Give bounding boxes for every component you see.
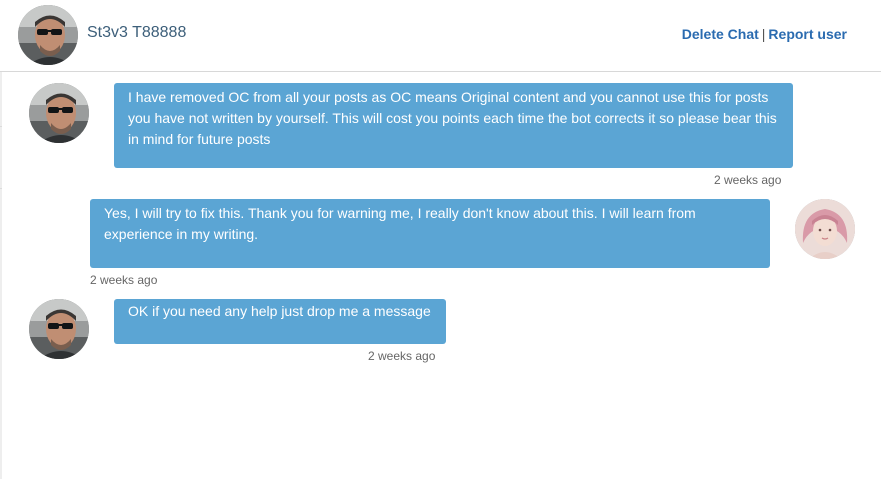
message-bubble-received: I have removed OC from all your posts as… xyxy=(114,83,793,168)
message-timestamp: 2 weeks ago xyxy=(368,349,436,363)
message-timestamp: 2 weeks ago xyxy=(714,173,782,187)
left-border xyxy=(0,72,2,479)
left-border-tick xyxy=(0,188,2,189)
avatar-woman-pink-hair-icon[interactable] xyxy=(795,199,855,259)
report-user-link[interactable]: Report user xyxy=(768,26,847,42)
header-actions: Delete Chat | Report user xyxy=(682,26,847,42)
avatar-man-sunglasses-icon[interactable] xyxy=(29,299,89,359)
message-timestamp: 2 weeks ago xyxy=(90,273,158,287)
chat-username[interactable]: St3v3 T88888 xyxy=(87,24,186,42)
delete-chat-link[interactable]: Delete Chat xyxy=(682,26,759,42)
message-bubble-sent: Yes, I will try to fix this. Thank you f… xyxy=(90,199,770,268)
chat-header: St3v3 T88888 Delete Chat | Report user xyxy=(0,0,881,72)
message-bubble-received: OK if you need any help just drop me a m… xyxy=(114,299,446,344)
left-border-tick xyxy=(0,126,2,127)
avatar-man-sunglasses-icon[interactable] xyxy=(18,5,78,65)
actions-separator: | xyxy=(761,26,766,42)
avatar-man-sunglasses-icon[interactable] xyxy=(29,83,89,143)
